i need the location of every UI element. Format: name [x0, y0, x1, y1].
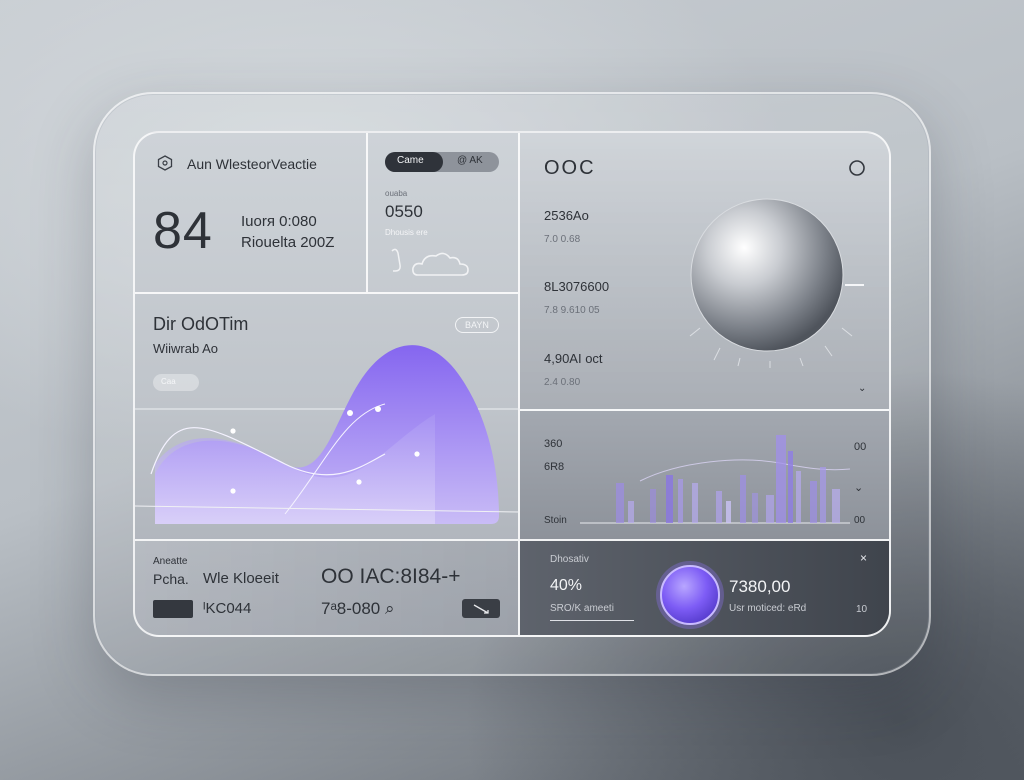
summary-amount: 7380,00	[729, 577, 791, 596]
chevron-down-icon[interactable]: ⌄	[858, 383, 866, 394]
summary-percent-sub: SRO/K ameeti	[550, 603, 614, 614]
stat-3-sub: 2.4 0.80	[544, 377, 581, 388]
arrow-icon	[473, 604, 489, 614]
mini-small-label: ouaba	[385, 189, 408, 198]
bottom-left-row1-right: OO IAC:8I84-+	[321, 565, 461, 588]
bottom-left-row2-right: 7ᵃ8-080 ⌕	[321, 599, 395, 618]
summary-percent: 40%	[550, 577, 583, 594]
weather-line-2: Riouelta 200Z	[241, 234, 335, 251]
accent-orb[interactable]	[650, 555, 730, 635]
bottom-left-label: Aneatte	[153, 556, 188, 567]
sphere-graphic	[689, 198, 864, 368]
summary-underline	[550, 620, 634, 621]
weather-title: Aun WlesteorVeactie	[187, 156, 317, 172]
bar-chart-panel: 360 6R8 Stoin 00 00 ⌄	[520, 411, 889, 541]
summary-corner-value: 10	[856, 604, 868, 615]
summary-panel: Dhosativ × 40% SRO/K ameeti 7380,00 Usr …	[520, 541, 889, 635]
stats-header: OOC	[544, 157, 596, 179]
expand-button[interactable]	[462, 599, 500, 618]
bottom-left-row2-left: ᴵKC044	[203, 600, 252, 617]
summary-amount-sub: Usr moticed: eRd	[729, 603, 807, 614]
stat-3-value: 4,90AI oct	[544, 351, 603, 366]
mini-panel: Came @ AK ouaba 0550 Dhousis ere	[368, 133, 520, 294]
close-icon[interactable]: ×	[860, 551, 867, 565]
stat-2-sub: 7.8 9.610 05	[544, 305, 600, 316]
bottom-left-row1-mid: Wle Kloeeit	[203, 570, 279, 587]
big-value: 84	[153, 202, 213, 260]
dashboard-card: Aun WlesteorVeactie 84 Iuorя 0:080 Rioue…	[133, 131, 891, 637]
cloud-touch-icon	[391, 248, 469, 276]
graph-panel: Dir OdOTim Wiiwrab Ao BAYN Caa	[135, 294, 520, 541]
area-chart	[135, 345, 520, 524]
mini-value: 0550	[385, 202, 423, 221]
toggle-right-label: @ AK	[457, 155, 483, 166]
swatch-block	[153, 600, 193, 618]
stat-1-sub: 7.0 0.68	[544, 234, 581, 245]
summary-label: Dhosativ	[550, 554, 589, 565]
stats-panel: OOC 2536Ao 7.0 0.68 8L3076600 7.8 9.610 …	[520, 133, 889, 411]
hexagon-icon	[157, 155, 173, 171]
weather-panel: Aun WlesteorVeactie 84 Iuorя 0:080 Rioue…	[135, 133, 368, 294]
bars	[616, 435, 840, 523]
circle-icon[interactable]	[848, 159, 866, 177]
bar-chart	[580, 435, 851, 524]
weather-line-1: Iuorя 0:080	[241, 213, 317, 230]
bottom-left-panel: Aneatte Pcha. Wle Kloeeit OO IAC:8I84-+ …	[135, 541, 520, 635]
toggle-left-label: Came	[397, 155, 424, 166]
bottom-left-row1-left: Pcha.	[153, 571, 189, 587]
stat-2-value: 8L3076600	[544, 279, 610, 294]
stat-1-value: 2536Ao	[544, 208, 589, 223]
mode-toggle[interactable]: Came @ AK	[385, 152, 499, 172]
mini-sub-label: Dhousis ere	[385, 228, 428, 237]
